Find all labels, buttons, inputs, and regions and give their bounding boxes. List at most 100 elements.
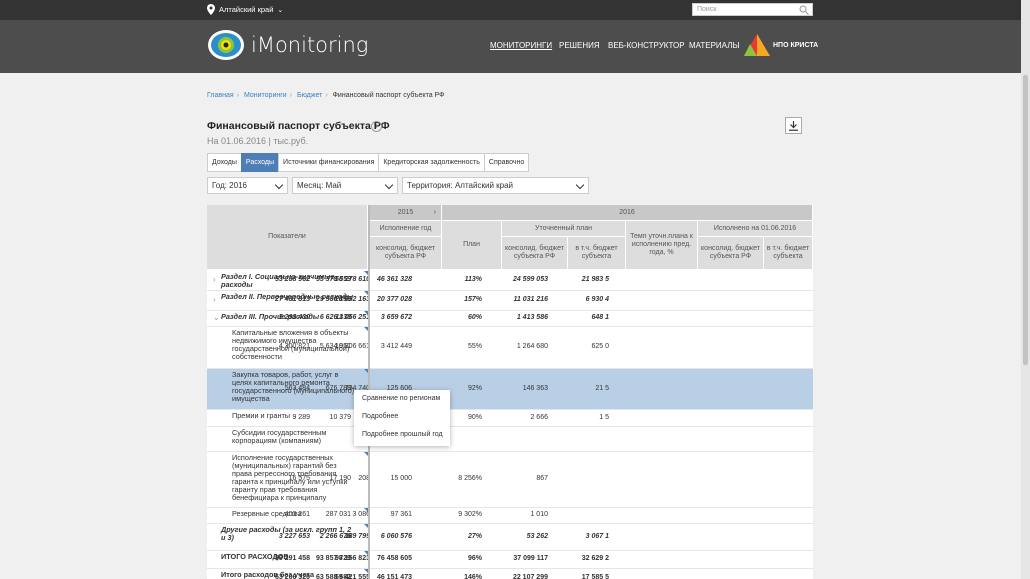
tab-financing-sources[interactable]: Источники финансирования <box>278 153 380 172</box>
cell-value: 29 586 156 <box>315 296 351 303</box>
cell-value: 287 031 <box>325 511 351 518</box>
header-consol-2015: консолид. бюджет субъекта РФ <box>370 237 442 270</box>
cell-value: 2 666 <box>530 413 548 421</box>
chevron-right-icon: › <box>433 208 436 216</box>
nav-solutions[interactable]: РЕШЕНИЯ <box>559 41 600 50</box>
tab-income[interactable]: Доходы <box>207 153 242 172</box>
tab-reference[interactable]: Справочно <box>483 153 530 172</box>
search-icon[interactable] <box>799 5 809 15</box>
cell-value: 113% <box>464 276 482 283</box>
location-pin-icon <box>207 4 215 15</box>
breadcrumb-separator: › <box>289 92 293 99</box>
table-row[interactable]: Итого расходов без учета 59 421 555 63 206… <box>207 569 813 579</box>
cell-value: 22 107 299 <box>512 574 548 579</box>
cell-value: 648 1 <box>591 314 609 321</box>
territory-select[interactable]: Территория: Алтайский край <box>402 177 589 194</box>
breadcrumb-home[interactable]: Главная <box>207 92 234 99</box>
table-row[interactable]: Субсидии государственным корпорациям (ко… <box>207 427 813 452</box>
cell-value: 6 930 4 <box>585 296 609 303</box>
download-icon <box>789 120 798 131</box>
cell-value: 17 190 <box>329 475 351 482</box>
cell-value: 55 378 559 <box>315 276 351 283</box>
table-row[interactable]: Премии и гранты9 28910 3799 25690%2 6661… <box>207 410 813 427</box>
search-input[interactable]: Поиск <box>692 3 813 16</box>
page-scrollbar[interactable] <box>1021 0 1030 579</box>
top-bar: Алтайский край ⌄ Поиск <box>0 0 1030 20</box>
menu-item-details[interactable]: Подробнее <box>354 408 450 426</box>
table-row[interactable]: › Раздел I. Социально-значимые расходы 58 … <box>207 271 813 291</box>
table-row[interactable]: Другие расходы (за искл. групп 1, 2 и 3)… <box>207 524 813 551</box>
breadcrumb-monitoring[interactable]: Мониторинги <box>244 92 287 99</box>
krista-logo[interactable]: НПО КРИСТА <box>744 34 818 56</box>
collapse-icon[interactable]: ⌄ <box>213 313 220 322</box>
expand-icon[interactable]: › <box>213 295 216 304</box>
year-2015-label: 2015 <box>397 208 414 216</box>
download-button[interactable] <box>785 117 802 134</box>
cell-value: 1 010 <box>530 511 548 518</box>
header-refined-incl: в т.ч. бюджет субъекта <box>568 237 626 270</box>
info-icon[interactable]: i <box>371 121 382 132</box>
expand-icon[interactable]: › <box>213 275 216 284</box>
cell-value: 46 151 473 <box>376 574 412 579</box>
nav-monitoring[interactable]: МОНИТОРИНГИ <box>490 41 552 50</box>
year-value: Год: 2016 <box>212 181 247 190</box>
eye-logo-icon <box>208 30 244 60</box>
header-year-2016: 2016 <box>442 205 813 221</box>
tab-payables[interactable]: Кредиторская задолженность <box>378 153 485 172</box>
chevron-down-icon: ⌄ <box>277 6 284 14</box>
nav-web-constructor[interactable]: ВЕБ-КОНСТРУКТОР <box>608 41 685 50</box>
month-value: Месяц: Май <box>297 181 342 190</box>
partner-name: НПО КРИСТА <box>773 41 819 49</box>
table-row[interactable]: Резервные средства 3 086 403 261 287 031 97 … <box>207 508 813 524</box>
cell-value: 53 262 <box>526 532 548 540</box>
cell-value: 27% <box>467 532 482 540</box>
cell-value: 46 361 328 <box>376 276 412 283</box>
cell-value: 2 266 676 <box>319 532 351 540</box>
report-date: На 01.06.2016 | тыс.руб. <box>207 136 309 146</box>
breadcrumb: Главная › Мониторинги › Бюджет › Финансовый… <box>207 92 444 99</box>
table-row[interactable]: ИТОГО РАСХОДОВ 98 156 823 89 291 458 93 857… <box>207 551 813 569</box>
cell-value: 90% <box>467 413 482 421</box>
menu-item-compare-regions[interactable]: Сравнение по регионам <box>354 390 450 408</box>
region-selector[interactable]: Алтайский край ⌄ <box>207 4 283 15</box>
chevron-down-icon <box>575 180 585 190</box>
cell-value: 17 585 5 <box>581 574 609 579</box>
cell-value: 76 458 605 <box>376 555 412 562</box>
cell-value: 5 634 951 <box>319 343 351 350</box>
context-menu: Сравнение по регионам Подробнее Подробне… <box>354 390 450 446</box>
krista-triangle-icon <box>744 34 770 56</box>
cell-value: 563 484 <box>284 384 310 392</box>
year-select[interactable]: Год: 2016 <box>207 177 288 194</box>
row-label: Субсидии государственным корпорациям (ко… <box>232 428 327 445</box>
table-row[interactable]: ⌄ Раздел III. Прочие расходы 11 056 251 5 2… <box>207 311 813 327</box>
table-row[interactable]: Капитальные вложения в объекты недвижимо… <box>207 327 813 369</box>
cell-value: 1 413 586 <box>516 314 548 321</box>
cell-value: 6 626 338 <box>319 314 351 321</box>
cell-value: 11 031 216 <box>513 296 548 303</box>
territory-value: Территория: Алтайский край <box>407 181 513 190</box>
logo[interactable]: iMonitoring <box>207 28 368 62</box>
cell-value: 63 588 582 <box>315 574 351 579</box>
month-select[interactable]: Месяц: Май <box>292 177 398 194</box>
table-row[interactable]: › Раздел II. Первоочередные расходы 28 632… <box>207 291 813 311</box>
cell-value: 4 300 821 <box>278 343 310 350</box>
tab-expenses[interactable]: Расходы <box>240 153 280 172</box>
breadcrumb-separator: › <box>236 92 239 99</box>
cell-value: 97 361 <box>390 511 412 518</box>
menu-item-details-last-year[interactable]: Подробнее прошлый год <box>354 426 450 444</box>
breadcrumb-budget[interactable]: Бюджет <box>297 92 322 99</box>
cell-value: 15 000 <box>390 475 412 482</box>
table-row[interactable]: Закупка товаров, работ, услуг в целях ка… <box>207 369 813 410</box>
scrollbar-thumb[interactable] <box>1023 75 1028 365</box>
breadcrumb-separator: › <box>325 92 328 99</box>
cell-value: 53 288 562 <box>274 276 310 283</box>
cell-value: 21 5 <box>595 384 609 392</box>
chevron-down-icon <box>274 180 284 190</box>
cell-value: 1 264 680 <box>516 343 548 350</box>
nav-materials[interactable]: МАТЕРИАЛЫ <box>689 41 740 50</box>
header-year-2015[interactable]: 2015 › <box>370 205 442 221</box>
finance-table: Показатели 2015 › 2016 Исполнение год кон… <box>207 205 813 579</box>
cell-value: 8 256% <box>458 475 482 482</box>
table-row[interactable]: Исполнение государственных (муниципальны… <box>207 452 813 508</box>
cell-value: 27 481 813 <box>274 296 310 303</box>
